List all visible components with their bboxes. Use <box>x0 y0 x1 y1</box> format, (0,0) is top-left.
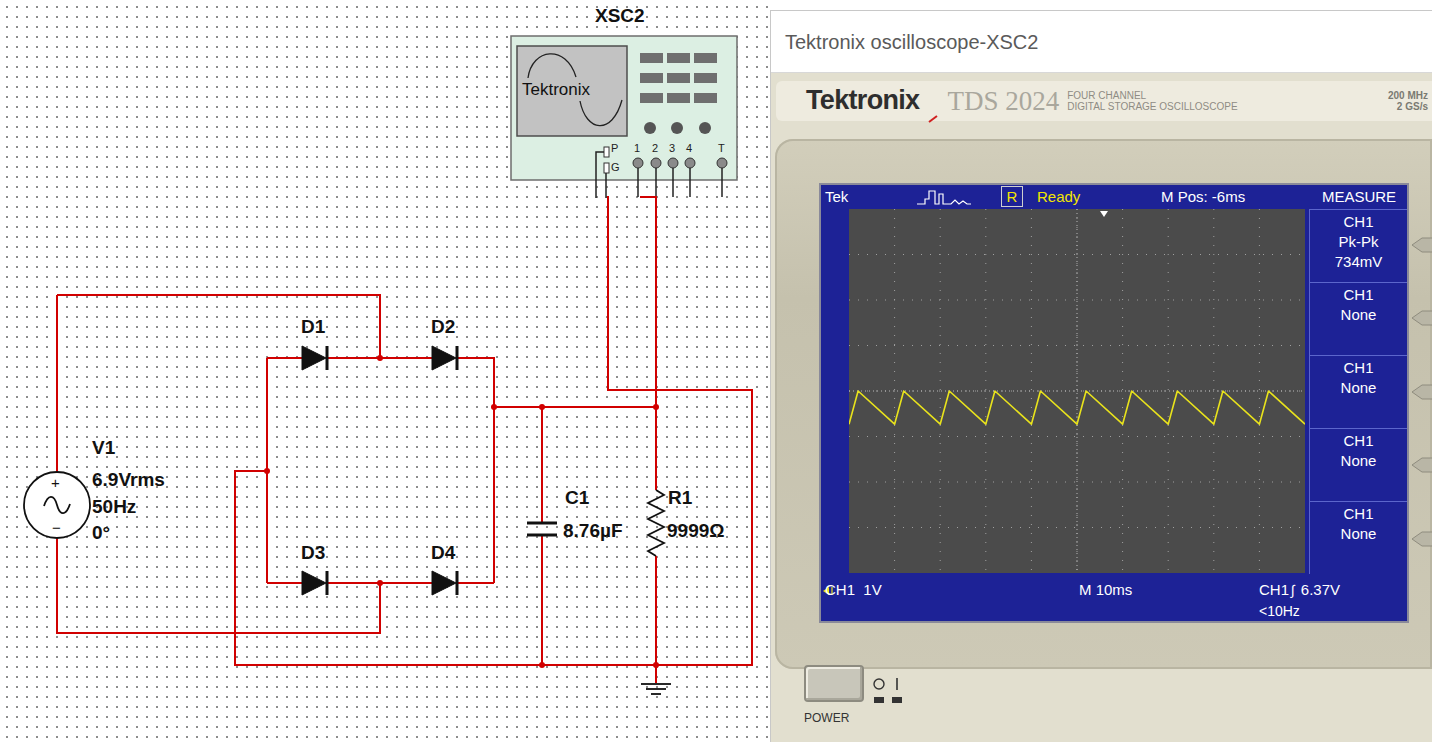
power-label: POWER <box>804 712 849 724</box>
graticule <box>849 209 1305 573</box>
trigger-slope: ∫ <box>1291 583 1299 597</box>
scope-pin-label: P <box>611 143 618 154</box>
capacitor-label[interactable]: C1 <box>565 488 589 507</box>
measure-slot[interactable]: CH1 Pk-Pk 734mV <box>1309 209 1407 282</box>
diode-label[interactable]: D3 <box>301 543 325 562</box>
acquisition-icon <box>917 187 971 207</box>
brand-mark-icon <box>928 115 938 123</box>
brand-name: Tektronix <box>806 85 919 115</box>
source-label[interactable]: V1 <box>92 438 115 457</box>
scope-pin-label: G <box>611 162 620 173</box>
run-state-badge: R <box>1001 186 1023 207</box>
power-switch-icon <box>871 675 905 705</box>
measure-type: None <box>1341 307 1377 322</box>
trigger-readout: CH1∫6.37V <box>1259 582 1340 597</box>
frequency-readout: <10Hz <box>1259 604 1300 618</box>
diode-label[interactable]: D4 <box>431 543 455 562</box>
waveform-plot-icon <box>849 209 1305 573</box>
option-button-icon[interactable] <box>1412 384 1432 400</box>
scope-pin-label: T <box>718 143 725 154</box>
display-screen: TekRReadyM Pos: -6msCH1 1VM 10msCH1∫6.37… <box>819 183 1409 623</box>
option-button-icon[interactable] <box>1412 457 1432 473</box>
measure-source: CH1 <box>1343 287 1373 302</box>
measure-type: None <box>1341 526 1377 541</box>
resistor-label[interactable]: R1 <box>668 488 692 507</box>
source-voltage: 6.9Vrms <box>92 470 165 489</box>
scope-brand: Tektronix <box>522 81 590 98</box>
scope-pin-label: 1 <box>634 143 640 154</box>
model-name: TDS 2024 <box>947 88 1059 115</box>
workspace: XSC2 Tektronix PG 1 234 T D1 D2 D3 D4 V1 6.9Vrms 50H… <box>0 0 1432 742</box>
capacitor-value: 8.76µF <box>563 521 623 540</box>
scope-pin-label: 2 <box>652 143 658 154</box>
measure-slot[interactable]: CH1 None <box>1309 282 1407 355</box>
measure-type: None <box>1341 453 1377 468</box>
option-button-icon[interactable] <box>1412 237 1432 253</box>
measure-source: CH1 <box>1343 506 1373 521</box>
source-plus: + <box>51 475 60 490</box>
schematic-canvas[interactable]: XSC2 Tektronix PG 1 234 T D1 D2 D3 D4 V1 6.9Vrms 50H… <box>0 0 770 742</box>
scope-pin-label: 3 <box>669 143 675 154</box>
spec-line: 2 GS/s <box>1397 101 1428 112</box>
screen-tek: Tek <box>825 189 848 204</box>
description-line: DIGITAL STORAGE OSCILLOSCOPE <box>1067 101 1237 112</box>
scope-label: XSC2 <box>595 6 645 25</box>
measure-slot[interactable]: CH1 None <box>1309 355 1407 428</box>
status-text: Ready <box>1037 189 1080 204</box>
description-line: FOUR CHANNEL <box>1067 90 1237 101</box>
ch1-trace <box>849 391 1305 424</box>
title-bar[interactable]: Tektronix oscilloscope-XSC2 <box>771 11 1432 73</box>
measure-slot[interactable]: CH1 None <box>1309 501 1407 574</box>
trigger-level: 6.37V <box>1301 582 1340 597</box>
brand-logo: Tektronix <box>806 87 919 116</box>
model-group: TDS 2024 FOUR CHANNELDIGITAL STORAGE OSCI… <box>947 88 1237 115</box>
position-text: M Pos: -6ms <box>1161 189 1245 204</box>
source-minus: − <box>52 520 61 535</box>
measure-type: Pk-Pk <box>1338 234 1378 249</box>
specs: 200 MHz2 GS/s <box>1388 90 1428 112</box>
diode-label[interactable]: D1 <box>301 317 325 336</box>
measure-panel: CH1 Pk-Pk 734mV CH1 None CH1 None CH1 None CH1 Non… <box>1309 209 1407 574</box>
resistor-value: 9999Ω <box>667 521 725 540</box>
spec-line: 200 MHz <box>1388 90 1428 101</box>
measure-slot[interactable]: CH1 None <box>1309 428 1407 501</box>
power-button[interactable] <box>804 665 864 702</box>
measure-title: MEASURE <box>1311 189 1407 204</box>
option-button-icon[interactable] <box>1412 310 1432 326</box>
circuit-wires-icon <box>0 0 770 742</box>
measure-source: CH1 <box>1343 433 1373 448</box>
measure-source: CH1 <box>1343 360 1373 375</box>
source-phase: 0° <box>92 523 110 542</box>
measure-source: CH1 <box>1343 214 1373 229</box>
scope-pin-label: 4 <box>686 143 692 154</box>
diode-label[interactable]: D2 <box>431 317 455 336</box>
trigger-source: CH1 <box>1259 582 1289 597</box>
source-frequency: 50Hz <box>92 497 136 516</box>
measure-value: 734mV <box>1335 254 1383 269</box>
channel-scale: CH1 1V <box>825 582 882 597</box>
measure-type: None <box>1341 380 1377 395</box>
oscilloscope-window[interactable]: Tektronix oscilloscope-XSC2 Tektronix TDS … <box>770 10 1432 742</box>
brand-band: Tektronix TDS 2024 FOUR CHANNELDIGITAL STO… <box>776 81 1432 121</box>
model-description: FOUR CHANNELDIGITAL STORAGE OSCILLOSCOPE <box>1067 90 1237 112</box>
option-button-icon[interactable] <box>1412 531 1432 547</box>
window-title: Tektronix oscilloscope-XSC2 <box>785 27 1038 57</box>
timebase: M 10ms <box>1079 582 1132 597</box>
